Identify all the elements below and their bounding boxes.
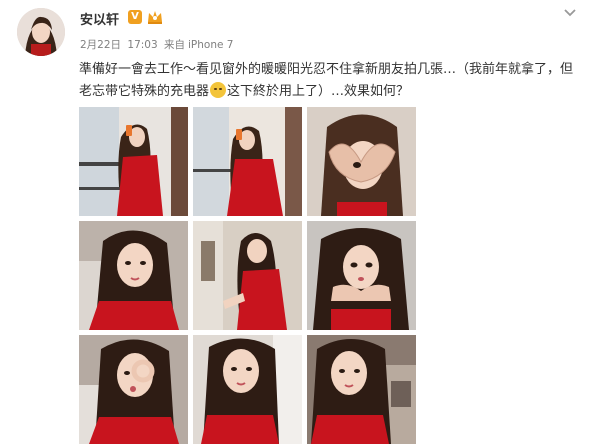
photo-5[interactable]: [193, 221, 302, 330]
sleepy-face-emoji: [210, 82, 227, 98]
source-prefix: 来自: [164, 39, 185, 51]
photo-2[interactable]: [193, 107, 302, 216]
photo-4[interactable]: [79, 221, 188, 330]
username[interactable]: 安以轩: [80, 9, 119, 28]
photo-3[interactable]: [307, 107, 416, 216]
photo-1[interactable]: [79, 107, 188, 216]
crown-icon[interactable]: [147, 10, 163, 24]
post-date[interactable]: 2月22日: [80, 39, 121, 51]
photo-8[interactable]: [193, 335, 302, 444]
post-text: 準備好一會去工作～看见窗外的暖暖阳光忍不住拿新朋友拍几張…（我前年就拿了，但老忘…: [79, 59, 579, 103]
post-source[interactable]: iPhone 7: [188, 39, 233, 51]
verified-badge[interactable]: V: [128, 10, 142, 24]
photo-7[interactable]: [79, 335, 188, 444]
post-text-part-2: 这下終於用上了）…效果如何？: [227, 84, 410, 99]
weibo-post: 安以轩 V 2月22日 17:03 来自 iPhone 7 準備好一會去工作～看见…: [0, 0, 596, 444]
avatar[interactable]: [17, 8, 65, 56]
post-meta: 2月22日 17:03 来自 iPhone 7: [80, 37, 236, 52]
post-time[interactable]: 17:03: [127, 39, 157, 51]
chevron-down-icon[interactable]: [562, 6, 578, 20]
photo-grid: [79, 107, 418, 444]
photo-6[interactable]: [307, 221, 416, 330]
photo-9[interactable]: [307, 335, 416, 444]
